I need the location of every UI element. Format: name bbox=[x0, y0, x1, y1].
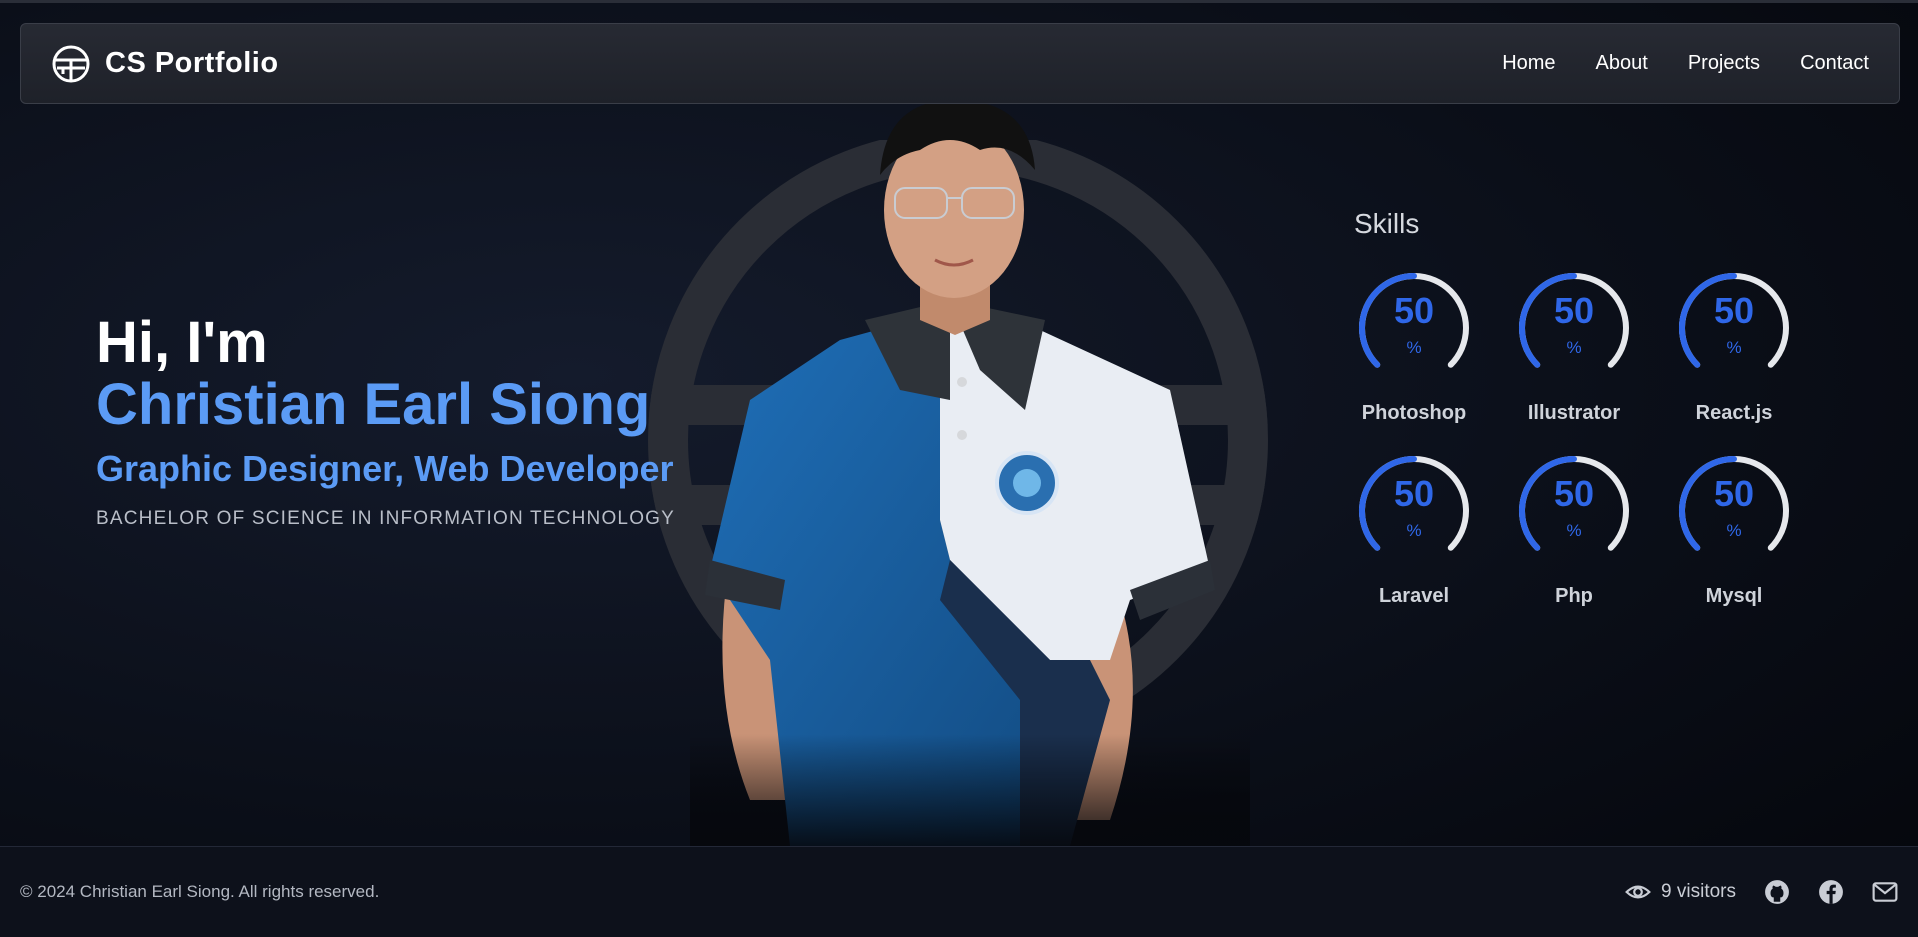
skills-section: Skills 50% Photoshop 50% Illustrator 50% Reac… bbox=[1354, 208, 1834, 608]
nav-projects[interactable]: Projects bbox=[1688, 52, 1760, 75]
visitor-count: 9 visitors bbox=[1661, 881, 1736, 902]
gauge-value: 50 bbox=[1553, 290, 1595, 331]
skill-react-js: 50% React.js bbox=[1674, 270, 1794, 425]
hero-greeting: Hi, I'm bbox=[96, 310, 268, 375]
gauge-value: 50 bbox=[1393, 473, 1435, 514]
gauge-unit: % bbox=[1726, 521, 1742, 540]
skill-gauge: 50% bbox=[1516, 270, 1632, 376]
profile-photo bbox=[690, 100, 1250, 846]
skill-label: Php bbox=[1555, 585, 1593, 607]
cs-logo-icon bbox=[52, 45, 90, 82]
gauge-unit: % bbox=[1726, 338, 1742, 357]
skill-label: Photoshop bbox=[1361, 402, 1467, 424]
gauge-unit: % bbox=[1406, 521, 1422, 540]
skills-title: Skills bbox=[1354, 208, 1420, 239]
gauge-unit: % bbox=[1406, 338, 1422, 357]
gauge-value: 50 bbox=[1713, 473, 1755, 514]
gauge-value: 50 bbox=[1713, 290, 1755, 331]
skill-illustrator: 50% Illustrator bbox=[1514, 270, 1634, 425]
gauge-unit: % bbox=[1566, 521, 1582, 540]
skill-gauge: 50% bbox=[1356, 453, 1472, 559]
skill-gauge: 50% bbox=[1356, 270, 1472, 376]
hero-degree: BACHELOR OF SCIENCE IN INFORMATION TECHN… bbox=[96, 508, 676, 529]
brand[interactable]: CS Portfolio bbox=[51, 44, 279, 84]
skill-photoshop: 50% Photoshop bbox=[1354, 270, 1474, 425]
gauge-value: 50 bbox=[1393, 290, 1435, 331]
brand-title: CS Portfolio bbox=[105, 47, 279, 79]
github-icon[interactable] bbox=[1764, 879, 1790, 905]
nav-about[interactable]: About bbox=[1596, 52, 1648, 75]
skill-laravel: 50% Laravel bbox=[1354, 453, 1474, 608]
skill-php: 50% Php bbox=[1514, 453, 1634, 608]
facebook-icon[interactable] bbox=[1818, 879, 1844, 905]
nav-contact[interactable]: Contact bbox=[1800, 52, 1869, 75]
copyright-text: © 2024 Christian Earl Siong. All rights … bbox=[20, 882, 380, 901]
footer: © 2024 Christian Earl Siong. All rights … bbox=[0, 846, 1918, 937]
hero-name: Christian Earl Siong bbox=[96, 372, 651, 437]
skill-gauge: 50% bbox=[1676, 270, 1792, 376]
hero-role: Graphic Designer, Web Developer bbox=[96, 448, 674, 489]
nav-links: Home About Projects Contact bbox=[1502, 52, 1869, 75]
navbar: CS Portfolio Home About Projects Contact bbox=[20, 23, 1900, 104]
gauge-value: 50 bbox=[1553, 473, 1595, 514]
skill-label: React.js bbox=[1695, 402, 1773, 424]
skill-gauge: 50% bbox=[1676, 453, 1792, 559]
skills-grid: 50% Photoshop 50% Illustrator 50% React.js 50%… bbox=[1354, 270, 1834, 608]
hero-section: Hi, I'm Christian Earl Siong Graphic Des… bbox=[96, 312, 696, 530]
skill-label: Laravel bbox=[1378, 585, 1450, 607]
eye-icon bbox=[1625, 885, 1651, 899]
skill-mysql: 50% Mysql bbox=[1674, 453, 1794, 608]
gauge-unit: % bbox=[1566, 338, 1582, 357]
visitor-counter: 9 visitors bbox=[1625, 879, 1736, 905]
top-border bbox=[0, 0, 1918, 3]
footer-right: 9 visitors bbox=[1625, 879, 1898, 905]
skill-gauge: 50% bbox=[1516, 453, 1632, 559]
skill-label: Mysql bbox=[1705, 585, 1763, 607]
skill-label: Illustrator bbox=[1527, 402, 1621, 424]
nav-home[interactable]: Home bbox=[1502, 52, 1555, 75]
mail-icon[interactable] bbox=[1872, 879, 1898, 905]
